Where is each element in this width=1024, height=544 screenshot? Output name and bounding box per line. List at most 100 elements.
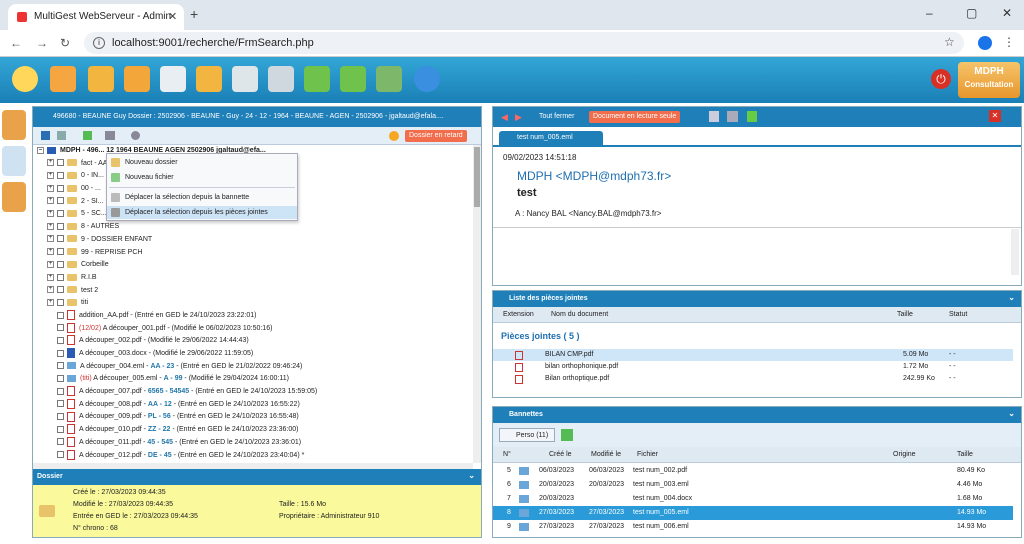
dossier-title: Dossier xyxy=(37,473,63,480)
bannette-row[interactable]: 6 20/03/2023 20/03/2023 test num_003.eml 4.4… xyxy=(493,478,1013,492)
bookmark-star-icon[interactable]: ☆ xyxy=(944,35,955,49)
forward-icon[interactable]: → xyxy=(36,36,48,50)
add-folder-icon[interactable] xyxy=(88,66,114,92)
tree-file[interactable]: A découper_007.pdf - 6565 - 54545 - (Ent… xyxy=(33,386,473,399)
lecture-seule-badge: Document en lecture seule xyxy=(589,111,681,123)
menu-new-file[interactable]: Nouveau fichier xyxy=(107,171,297,184)
tree-file[interactable]: A découper_009.pdf - PL - 56 - (Entré en… xyxy=(33,411,473,424)
export-icon[interactable] xyxy=(340,66,366,92)
attachment-row[interactable]: bilan orthophonique.pdf 1.72 Mo - - xyxy=(493,361,1013,373)
tree-folder[interactable]: + test 2 xyxy=(33,285,473,298)
tree-folder[interactable]: +8 - AUTRES xyxy=(33,221,473,234)
tree-folder[interactable]: +99 - REPRISE PCH xyxy=(33,247,473,260)
preview-icon[interactable] xyxy=(160,66,186,92)
perso-button[interactable]: Perso (11) xyxy=(499,428,556,442)
tree-folder[interactable]: + Corbeille xyxy=(33,259,473,272)
dossier-retard-button[interactable]: Dossier en retard xyxy=(405,130,467,142)
side-tab-documents[interactable] xyxy=(2,146,26,176)
tree-file[interactable]: A découper_010.pdf - ZZ - 22 - (Entré en… xyxy=(33,424,473,437)
dossier-bar: Dossier ⌄ xyxy=(33,469,481,485)
context-menu: Nouveau dossier Nouveau fichier Déplacer… xyxy=(106,153,298,221)
close-tab-icon[interactable]: ✕ xyxy=(168,10,177,23)
address-bar-row: ← → ↻ i localhost:9001/recherche/FrmSear… xyxy=(0,30,1024,57)
attachment-row[interactable]: BILAN CMP.pdf 5.09 Mo - - xyxy=(493,349,1013,361)
tree-folder[interactable]: + R.I.B xyxy=(33,272,473,285)
user-settings-icon[interactable] xyxy=(376,66,402,92)
side-tab-folders[interactable] xyxy=(2,110,26,140)
power-icon[interactable]: ⏻ xyxy=(931,69,951,89)
url-field[interactable]: i localhost:9001/recherche/FrmSearch.php… xyxy=(84,32,964,54)
menu-new-folder[interactable]: Nouveau dossier xyxy=(107,156,297,169)
dossier-proprio: Propriétaire : Administrateur 910 xyxy=(279,513,380,520)
attachment-row[interactable]: Bilan orthoptique.pdf 242.99 Ko - - xyxy=(493,373,1013,385)
add-icon[interactable] xyxy=(41,131,50,140)
bannette-row[interactable]: 7 20/03/2023 test num_004.docx 1.68 Mo xyxy=(493,492,1013,506)
refresh-icon[interactable] xyxy=(83,131,92,140)
prev-icon[interactable]: ◀ xyxy=(501,112,508,123)
bannette-row[interactable]: 9 27/03/2023 27/03/2023 test num_006.eml 14.… xyxy=(493,520,1013,534)
bannette-row[interactable]: 5 06/03/2023 06/03/2023 test num_002.pdf 80.… xyxy=(493,464,1013,478)
side-tab-notes[interactable] xyxy=(2,182,26,212)
tree-file[interactable]: A découper_012.pdf - DE - 45 - (Entré en… xyxy=(33,449,473,463)
viewer-scrollbar[interactable] xyxy=(1011,229,1019,275)
profile-icon[interactable] xyxy=(978,36,992,50)
tree-folder[interactable]: + titi xyxy=(33,297,473,310)
close-window-icon[interactable]: ✕ xyxy=(1002,6,1012,20)
zoom-icon[interactable] xyxy=(131,131,140,140)
move-icon[interactable] xyxy=(196,66,222,92)
doc-tab[interactable]: test num_005.eml xyxy=(499,131,603,145)
dossier-taille: Taille : 15.6 Mo xyxy=(279,501,327,508)
menu-move-from-attachments[interactable]: Déplacer la sélection depuis les pièces … xyxy=(107,206,297,219)
print-icon[interactable] xyxy=(727,111,738,122)
reload-icon[interactable]: ↻ xyxy=(60,36,70,50)
menu-move-from-bannette[interactable]: Déplacer la sélection depuis la bannette xyxy=(107,191,297,204)
menu-icon[interactable]: ⋮ xyxy=(1003,35,1015,49)
info-icon[interactable]: i xyxy=(93,37,105,49)
url-text: localhost:9001/recherche/FrmSearch.php xyxy=(112,37,314,49)
mdph-badge[interactable]: MDPH Consultation xyxy=(958,62,1020,98)
tree-file[interactable]: (titi) A découper_005.eml - A - 99 - (Mo… xyxy=(33,373,473,386)
badge-title: MDPH xyxy=(974,66,1004,77)
bannettes-panel: Bannettes ⌄ Perso (11) N° Créé le Modifié… xyxy=(492,406,1022,538)
tree-file[interactable]: (12/02) A découper_001.pdf - (Modifié le… xyxy=(33,322,473,336)
browser-tabbar: MultiGest WebServeur - Admin ✕ + – ▢ ✕ xyxy=(0,0,1024,30)
tree-file[interactable]: A découper_002.pdf - (Modifié le 29/06/2… xyxy=(33,335,473,348)
attachments-columns: Extension Nom du document Taille Statut xyxy=(493,307,1021,323)
tree-folder[interactable]: +9 - DOSSIER ENFANT xyxy=(33,234,473,247)
bannette-row[interactable]: 8 27/03/2023 27/03/2023 test num_005.eml 14.… xyxy=(493,506,1013,520)
back-icon[interactable]: ← xyxy=(10,36,22,50)
dossier-chrono: N° chrono : 68 xyxy=(73,525,118,532)
close-icon[interactable]: ✕ xyxy=(989,110,1001,122)
dossier-modifie: Modifié le : 27/03/2023 09:44:35 xyxy=(73,501,174,508)
upload-icon[interactable] xyxy=(747,111,757,122)
maximize-icon[interactable]: ▢ xyxy=(966,6,977,20)
refresh-icon[interactable] xyxy=(561,429,573,441)
print-icon[interactable] xyxy=(268,66,294,92)
home-icon[interactable] xyxy=(50,66,76,92)
attachments-panel: Liste des pièces jointes ⌄ Extension Nom … xyxy=(492,290,1022,398)
tree-scrollbar[interactable] xyxy=(473,145,481,463)
tree-file[interactable]: A découper_008.pdf - AA - 12 - (Entré en… xyxy=(33,398,473,412)
chevron-down-icon[interactable]: ⌄ xyxy=(468,471,475,480)
browser-tab[interactable]: MultiGest WebServeur - Admin ✕ xyxy=(8,4,184,30)
tree-file[interactable]: addition_AA.pdf - (Entré en GED le 24/10… xyxy=(33,310,473,323)
tool-icon[interactable] xyxy=(57,131,66,140)
tout-fermer-button[interactable]: Tout fermer xyxy=(539,113,574,120)
email-subject: test xyxy=(517,187,537,199)
tree-file[interactable]: A découper_003.docx - (Modifié le 29/06/… xyxy=(33,348,473,361)
next-icon[interactable]: ▶ xyxy=(515,112,522,123)
save-icon[interactable] xyxy=(709,111,719,122)
help-icon[interactable] xyxy=(414,66,440,92)
attachments-group[interactable]: Pièces jointes ( 5 ) xyxy=(501,331,580,341)
scan-icon[interactable] xyxy=(232,66,258,92)
tree-file[interactable]: A découper_011.pdf - 45 - 545 - (Entré e… xyxy=(33,436,473,450)
chevron-down-icon[interactable]: ⌄ xyxy=(1008,409,1015,418)
search-icon[interactable] xyxy=(12,66,38,92)
chevron-down-icon[interactable]: ⌄ xyxy=(1008,293,1015,302)
tree-file[interactable]: A découper_004.eml - AA - 23 - (Entré en… xyxy=(33,361,473,374)
import-icon[interactable] xyxy=(304,66,330,92)
folders-icon[interactable] xyxy=(124,66,150,92)
minimize-icon[interactable]: – xyxy=(926,6,933,20)
new-tab-icon[interactable]: + xyxy=(190,6,198,22)
print-icon[interactable] xyxy=(105,131,115,140)
